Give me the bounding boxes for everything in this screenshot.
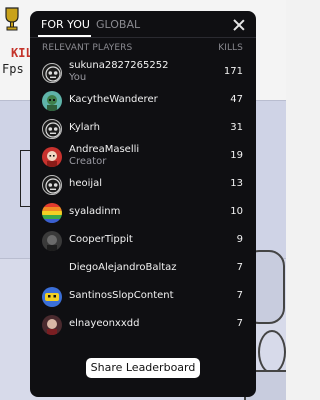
robot-face-icon <box>42 63 62 83</box>
players-column-header: RELEVANT PLAYERS <box>42 43 133 53</box>
player-kills: 10 <box>230 206 243 217</box>
player-kills: 171 <box>223 66 243 77</box>
leaderboard-tabs: FOR YOU GLOBAL <box>30 11 256 37</box>
blue-character-icon <box>42 287 62 307</box>
player-name: CooperTippit <box>69 234 133 245</box>
red-character-icon <box>42 147 62 167</box>
leaderboard-row[interactable]: AndreaMaselli Creator 19 <box>30 143 256 171</box>
player-kills: 31 <box>230 122 243 133</box>
player-name: AndreaMaselli <box>69 144 140 155</box>
player-name: KacytheWanderer <box>69 94 158 105</box>
rainbow-character-icon <box>42 203 62 223</box>
tab-global[interactable]: GLOBAL <box>96 18 140 31</box>
close-icon[interactable] <box>232 18 246 32</box>
robot-face-icon <box>42 119 62 139</box>
leaderboard-row[interactable]: DiegoAlejandroBaltaz 7 <box>30 255 256 283</box>
trophy-icon <box>5 7 19 31</box>
player-kills: 7 <box>236 262 243 273</box>
player-name: heoijal <box>69 178 103 189</box>
leaderboard-row[interactable]: KacytheWanderer 47 <box>30 87 256 115</box>
leaderboard-row[interactable]: syaladinm 10 <box>30 199 256 227</box>
leaderboard-row[interactable]: heoijal 13 <box>30 171 256 199</box>
player-name: sukuna2827265252 <box>69 60 169 71</box>
player-kills: 7 <box>236 318 243 329</box>
player-subtitle: Creator <box>69 156 107 167</box>
player-kills: 7 <box>236 290 243 301</box>
background-ring <box>258 330 286 374</box>
leaderboard-row[interactable]: CooperTippit 9 <box>30 227 256 255</box>
player-name: SantinosSlopContent <box>69 290 174 301</box>
player-name: Kylarh <box>69 122 100 133</box>
player-kills: 9 <box>236 234 243 245</box>
player-name: elnayeonxxdd <box>69 318 140 329</box>
player-name: syaladinm <box>69 206 121 217</box>
tab-for-you[interactable]: FOR YOU <box>41 18 90 31</box>
kills-column-header: KILLS <box>218 43 243 53</box>
player-subtitle: You <box>69 72 87 83</box>
background-fps-label: Fps <box>2 62 24 76</box>
tabs-divider <box>30 37 256 38</box>
player-kills: 19 <box>230 150 243 161</box>
share-leaderboard-button[interactable]: Share Leaderboard <box>86 358 200 378</box>
player-kills: 47 <box>230 94 243 105</box>
leaderboard-row[interactable]: elnayeonxxdd 7 <box>30 311 256 339</box>
player-name: DiegoAlejandroBaltaz <box>69 262 177 273</box>
leaderboard-row[interactable]: sukuna2827265252 You 171 <box>30 59 256 87</box>
leaderboard-panel: FOR YOU GLOBAL RELEVANT PLAYERS KILLS su… <box>30 11 256 397</box>
player-kills: 13 <box>230 178 243 189</box>
leaderboard-row[interactable]: SantinosSlopContent 7 <box>30 283 256 311</box>
leaderboard-row[interactable]: Kylarh 31 <box>30 115 256 143</box>
dark-character-icon <box>42 231 62 251</box>
robot-face-icon <box>42 175 62 195</box>
dark-red-character-icon <box>42 315 62 335</box>
green-character-icon <box>42 91 62 111</box>
